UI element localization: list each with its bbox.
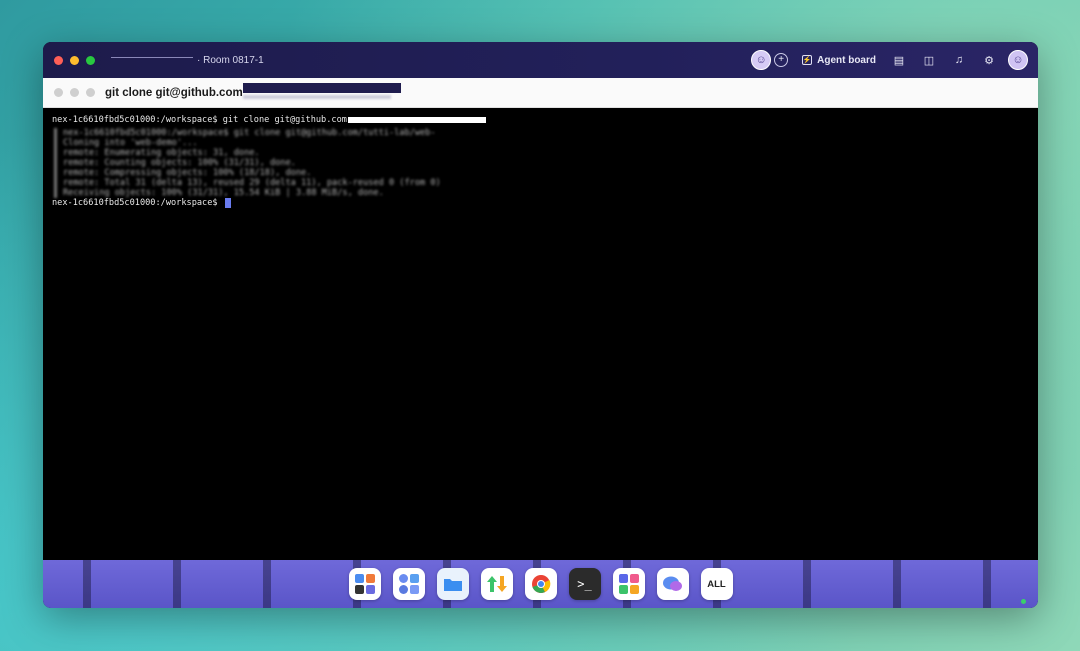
all-apps-button[interactable]: ALL [700, 568, 733, 600]
terminal-current-prompt: nex-1c6610fbd5c01000:/workspace$ [52, 198, 1029, 209]
app-top-bar-actions: ☺ + ⚡ Agent board ▤ ◫ ♫ ⚙ ☺ [751, 50, 1028, 70]
workspace-window: · Room 0817-1 ☺ + ⚡ Agent board ▤ ◫ ♫ ⚙ … [43, 42, 1038, 608]
add-collaborator-button[interactable]: + [774, 53, 789, 67]
collaborator-avatar[interactable]: ☺ [751, 50, 772, 70]
redacted-workspace-name [111, 56, 193, 58]
bell-icon[interactable]: ♫ [952, 53, 966, 67]
chat-app-icon[interactable] [656, 568, 689, 600]
maximize-window-button[interactable] [86, 55, 95, 65]
close-window-button[interactable] [54, 55, 63, 65]
gear-icon[interactable]: ⚙ [982, 53, 996, 67]
connection-status-dot [1021, 599, 1026, 604]
notes-icon[interactable]: ▤ [892, 53, 906, 67]
blurred-clone-output: nex-1c6610fbd5c01000:/workspace$ git clo… [54, 127, 1029, 198]
dock-app-list: >_ ALL [348, 568, 733, 600]
terminal-close-button[interactable] [54, 88, 63, 97]
output-line: remote: Total 31 (delta 13), reused 29 (… [63, 177, 441, 188]
window-controls [54, 55, 95, 65]
share-app-icon[interactable] [392, 568, 425, 600]
terminal-minimize-button[interactable] [70, 88, 79, 97]
tools-app-icon[interactable] [348, 568, 381, 600]
terminal-output[interactable]: nex-1c6610fbd5c01000:/workspace$ git clo… [43, 108, 1038, 560]
terminal-title-bar: git clone git@github.com [43, 78, 1038, 108]
app-dock: >_ ALL [43, 560, 1038, 608]
chrome-app-icon[interactable] [524, 568, 557, 600]
files-app-icon[interactable] [436, 568, 469, 600]
terminal-app-icon[interactable]: >_ [568, 568, 601, 600]
output-line: Receiving objects: 100% (31/31), 15.54 K… [63, 187, 384, 198]
transfer-app-icon[interactable] [480, 568, 513, 600]
apps-grid-icon[interactable] [612, 568, 645, 600]
redacted-repo-url [347, 117, 486, 124]
terminal-prompt-text: nex-1c6610fbd5c01000:/workspace$ [52, 197, 223, 208]
terminal-command-text: nex-1c6610fbd5c01000:/workspace$ git clo… [52, 115, 347, 125]
user-avatar[interactable]: ☺ [1008, 50, 1028, 70]
output-line: remote: Counting objects: 100% (31/31), … [63, 157, 296, 168]
terminal-maximize-button[interactable] [86, 88, 95, 97]
redacted-title-text [242, 83, 401, 93]
agent-board-label: Agent board [817, 54, 876, 66]
room-label: · Room 0817-1 [197, 54, 264, 66]
app-top-bar: · Room 0817-1 ☺ + ⚡ Agent board ▤ ◫ ♫ ⚙ … [43, 42, 1038, 78]
output-line: Cloning into 'web-demo'... [63, 137, 198, 148]
terminal-cursor [224, 197, 231, 208]
screen-settings-icon[interactable]: ◫ [922, 53, 936, 67]
minimize-window-button[interactable] [70, 55, 79, 65]
terminal-window-controls [54, 88, 95, 97]
terminal-command-line: nex-1c6610fbd5c01000:/workspace$ git clo… [52, 115, 1029, 126]
agent-board-icon: ⚡ [802, 55, 813, 65]
terminal-window-title: git clone git@github.com [105, 86, 243, 99]
agent-board-button[interactable]: ⚡ Agent board [802, 55, 876, 66]
output-line: remote: Enumerating objects: 31, done. [63, 147, 260, 158]
output-line: nex-1c6610fbd5c01000:/workspace$ git clo… [63, 127, 436, 138]
output-line: remote: Compressing objects: 100% (18/18… [63, 167, 312, 178]
